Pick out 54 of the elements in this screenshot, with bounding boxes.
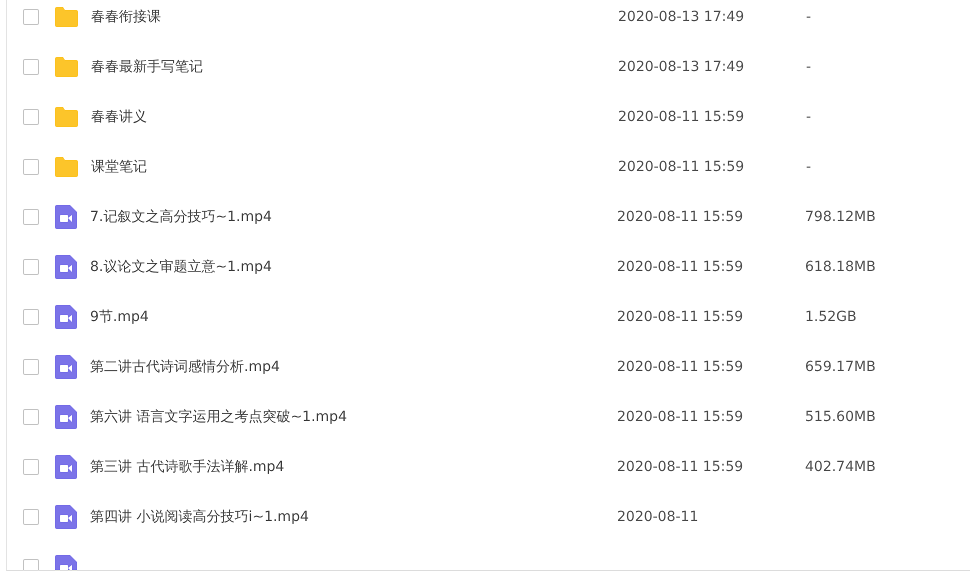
file-size: - [806, 108, 812, 126]
video-file-icon [54, 354, 78, 380]
file-name[interactable]: 第四讲 小说阅读高分技巧i~1.mp4 [90, 506, 617, 528]
checkbox[interactable] [23, 59, 39, 75]
folder-icon [54, 56, 79, 78]
file-name[interactable]: 课堂笔记 [91, 156, 618, 178]
checkbox[interactable] [23, 509, 39, 525]
folder-icon [54, 6, 79, 28]
modified-date: 2020-08-11 15:59 [618, 158, 746, 176]
video-file-icon [54, 254, 78, 280]
file-size: - [806, 8, 812, 26]
file-size: 1.52GB [805, 308, 857, 326]
file-size: 659.17MB [805, 358, 876, 376]
modified-date: 2020-08-11 [617, 508, 700, 526]
modified-date: 2020-08-11 15:59 [617, 408, 744, 426]
checkbox[interactable] [23, 309, 39, 325]
folder-icon [54, 156, 79, 178]
file-name[interactable]: 春春衔接课 [91, 6, 618, 28]
modified-date: 2020-08-13 17:49 [618, 8, 746, 26]
checkbox[interactable] [23, 109, 39, 125]
file-name[interactable]: 8.议论文之审题立意~1.mp4 [90, 256, 617, 278]
file-size: - [806, 158, 812, 176]
modified-date: 2020-08-11 15:59 [618, 108, 746, 126]
file-name[interactable]: 第二讲古代诗词感情分析.mp4 [90, 356, 617, 378]
modified-date: 2020-08-11 15:59 [617, 258, 744, 276]
modified-date: 2020-08-11 15:59 [617, 208, 744, 226]
checkbox[interactable] [23, 359, 39, 375]
file-size: - [806, 58, 812, 76]
video-file-icon [54, 304, 78, 330]
modified-date: 2020-08-11 15:59 [617, 308, 744, 326]
file-name[interactable]: 春春最新手写笔记 [91, 56, 618, 78]
modified-date: 2020-08-11 15:59 [617, 358, 744, 376]
file-size: 798.12MB [805, 208, 876, 226]
modified-date: 2020-08-13 17:49 [618, 58, 746, 76]
checkbox[interactable] [23, 159, 39, 175]
checkbox[interactable] [23, 209, 39, 225]
video-file-icon [54, 404, 78, 430]
checkbox[interactable] [23, 259, 39, 275]
video-file-icon [54, 204, 78, 230]
checkbox[interactable] [23, 459, 39, 475]
modified-date: 2020-08-11 15:59 [617, 458, 744, 476]
video-file-icon [54, 454, 78, 480]
file-name[interactable]: 7.记叙文之高分技巧~1.mp4 [90, 206, 617, 228]
checkbox[interactable] [23, 409, 39, 425]
file-name[interactable]: 春春讲义 [91, 106, 618, 128]
file-size: 515.60MB [805, 408, 876, 426]
video-file-icon [54, 504, 78, 530]
folder-icon [54, 106, 79, 128]
file-size: 402.74MB [805, 458, 876, 476]
file-size: 618.18MB [805, 258, 876, 276]
file-name[interactable]: 第六讲 语言文字运用之考点突破~1.mp4 [90, 406, 617, 428]
file-name[interactable]: 第三讲 古代诗歌手法详解.mp4 [90, 456, 617, 478]
file-name[interactable]: 9节.mp4 [90, 306, 617, 328]
checkbox[interactable] [23, 9, 39, 25]
